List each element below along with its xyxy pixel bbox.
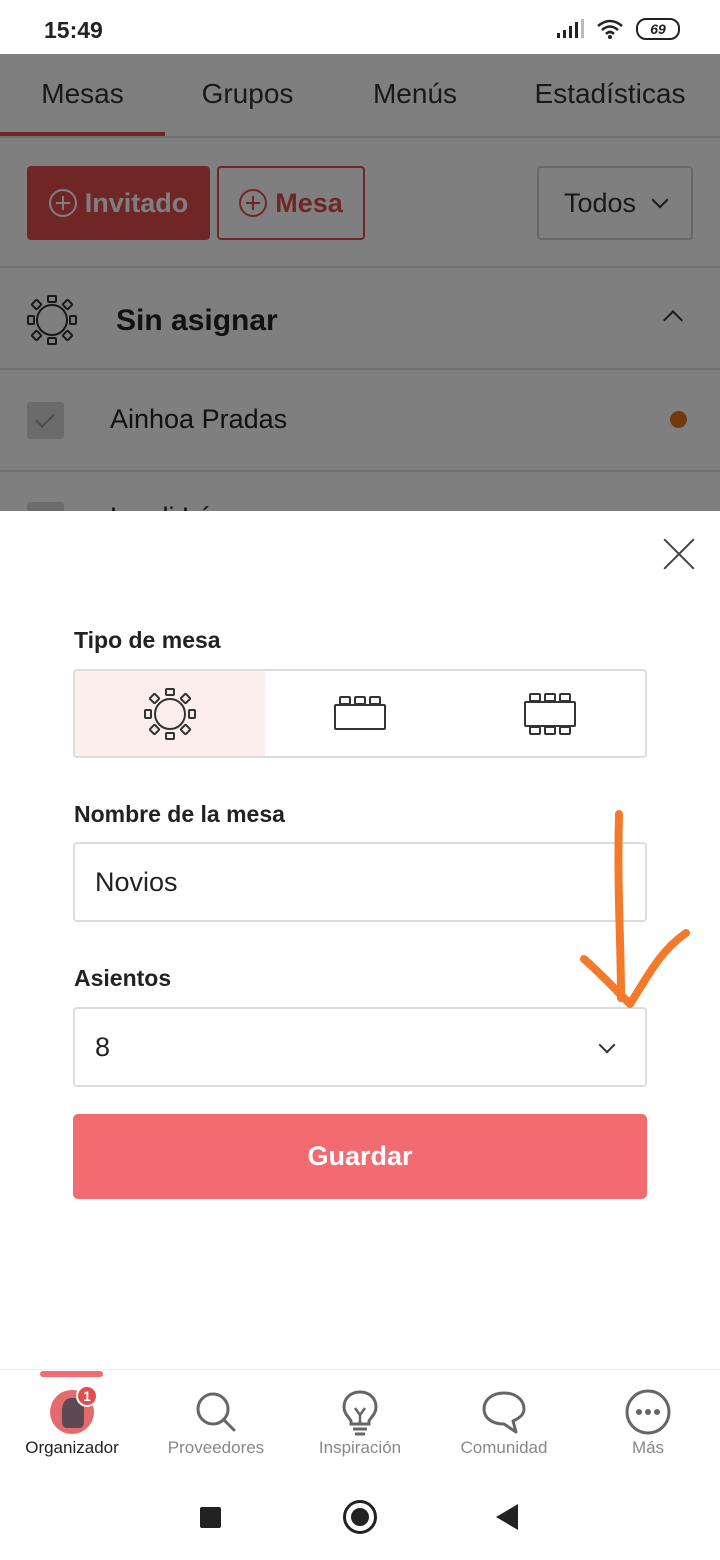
- more-icon: [625, 1389, 671, 1435]
- modal-backdrop[interactable]: [0, 54, 720, 512]
- seats-value: 8: [95, 1031, 111, 1062]
- signal-icon: [557, 19, 584, 38]
- nav-organizador[interactable]: 1 Organizador: [0, 1370, 144, 1474]
- active-indicator: [40, 1371, 103, 1377]
- nav-label: Organizador: [25, 1438, 119, 1457]
- table-type-label: Tipo de mesa: [74, 627, 221, 653]
- close-icon[interactable]: [660, 535, 698, 573]
- table-name-label: Nombre de la mesa: [74, 801, 285, 827]
- nav-comunidad[interactable]: Comunidad: [432, 1370, 576, 1474]
- status-bar: 15:49 69: [0, 0, 720, 54]
- new-table-sheet: Tipo de mesa Nombre de la mesa Novios As…: [0, 511, 720, 1369]
- table-type-rectangular[interactable]: [265, 671, 455, 756]
- table-type-round[interactable]: [75, 671, 265, 756]
- chevron-down-icon: [598, 1036, 616, 1054]
- nav-mas[interactable]: Más: [576, 1370, 720, 1474]
- nav-label: Más: [631, 1438, 665, 1457]
- notification-badge: 1: [76, 1385, 98, 1407]
- save-button[interactable]: Guardar: [73, 1114, 647, 1199]
- search-icon: [196, 1392, 236, 1432]
- recent-apps-icon[interactable]: [200, 1507, 221, 1528]
- home-icon[interactable]: [343, 1500, 377, 1534]
- battery-indicator: 69: [636, 18, 680, 40]
- nav-proveedores[interactable]: Proveedores: [144, 1370, 288, 1474]
- table-type-selector: [73, 669, 647, 758]
- wifi-icon: [597, 19, 623, 39]
- chat-bubble-icon: [482, 1391, 526, 1434]
- nav-label: Comunidad: [460, 1438, 548, 1457]
- imperial-table-icon: [524, 692, 576, 735]
- nav-label: Inspiración: [318, 1438, 402, 1457]
- lightbulb-icon: [342, 1390, 378, 1436]
- table-name-input[interactable]: Novios: [73, 842, 647, 922]
- nav-inspiracion[interactable]: Inspiración: [288, 1370, 432, 1474]
- system-navigation-bar: [0, 1474, 720, 1560]
- seats-select[interactable]: 8: [73, 1007, 647, 1087]
- status-time: 15:49: [44, 17, 103, 43]
- round-table-icon: [144, 687, 196, 740]
- table-type-imperial[interactable]: [455, 671, 645, 756]
- rectangular-table-icon: [334, 695, 386, 730]
- seats-label: Asientos: [74, 965, 172, 991]
- nav-label: Proveedores: [167, 1438, 265, 1457]
- back-icon[interactable]: [496, 1504, 518, 1530]
- status-icons: 69: [556, 18, 680, 40]
- bottom-navigation: 1 Organizador Proveedores Inspiración Co…: [0, 1369, 720, 1474]
